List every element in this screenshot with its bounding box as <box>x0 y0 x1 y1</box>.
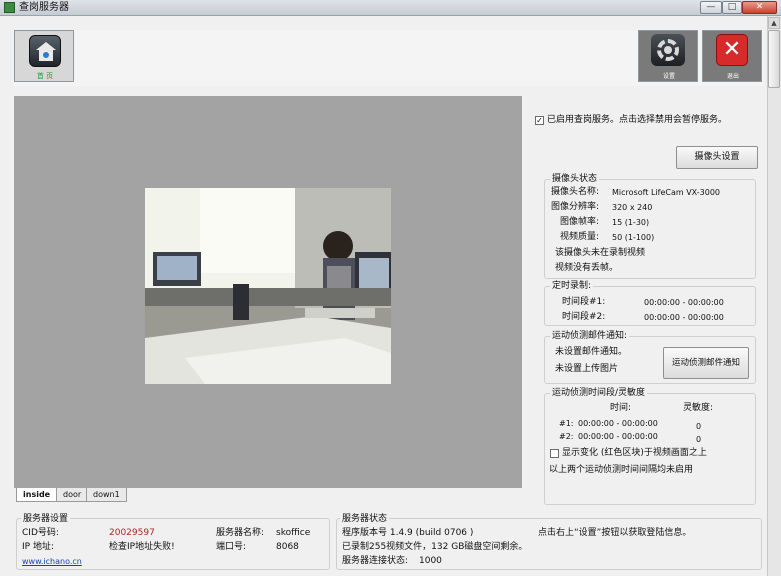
home-button[interactable]: 首 页 <box>14 30 74 82</box>
motion-row1-time: 00:00:00 - 00:00:00 <box>578 419 658 428</box>
quality-label: 视频质量: <box>560 232 600 242</box>
recorded-text: 已录制255视频文件，132 GB磁盘空间剩余。 <box>342 542 528 552</box>
camera-status-title: 摄像头状态 <box>550 174 600 185</box>
gear-icon <box>651 34 685 66</box>
motion-email-button[interactable]: 运动侦测邮件通知 <box>663 347 749 379</box>
fps-value: 15 (1-30) <box>612 218 650 227</box>
home-label: 首 页 <box>36 72 54 80</box>
settings-button[interactable]: 设置 <box>638 30 698 82</box>
server-name-label: 服务器名称: <box>216 528 265 538</box>
exit-label: 退出 <box>726 73 739 80</box>
server-settings-title: 服务器设置 <box>21 514 71 525</box>
enable-service-label: 已启用查岗服务。点击选择禁用会暂停服务。 <box>547 115 728 125</box>
camera-settings-button[interactable]: 摄像头设置 <box>676 146 758 169</box>
fps-label: 图像帧率: <box>560 217 600 227</box>
settings-label: 设置 <box>662 73 675 80</box>
show-changes-label: 显示变化 (红色区块)于视频画面之上 <box>562 448 707 458</box>
toolbar: 首 页 设置 ✕ 退出 <box>14 30 764 86</box>
period1-label: 时间段#1: <box>562 297 606 307</box>
exit-button[interactable]: ✕ 退出 <box>702 30 762 82</box>
enable-service-checkbox[interactable]: ✓ <box>535 116 544 125</box>
tab-door[interactable]: door <box>56 488 89 502</box>
cid-value: 20029597 <box>109 528 155 538</box>
website-link[interactable]: www.ichano.cn <box>22 556 82 567</box>
no-email-text: 未设置邮件通知。 <box>555 347 628 357</box>
vertical-scrollbar[interactable] <box>767 16 781 576</box>
server-name-value: skoffice <box>276 528 311 538</box>
show-changes-checkbox[interactable] <box>550 449 559 458</box>
resolution-label: 图像分辨率: <box>551 202 600 212</box>
resolution-value: 320 x 240 <box>612 203 653 212</box>
period1-value: 00:00:00 - 00:00:00 <box>644 298 724 307</box>
close-window-button[interactable]: ✕ <box>742 1 777 14</box>
scrollbar-thumb[interactable] <box>768 30 780 88</box>
no-upload-text: 未设置上传图片 <box>555 364 619 374</box>
window-title: 查岗服务器 <box>19 2 69 13</box>
tab-down1[interactable]: down1 <box>86 488 127 502</box>
time-header: 时间: <box>610 403 632 413</box>
app-icon <box>4 2 15 13</box>
tab-inside[interactable]: inside <box>16 488 58 502</box>
frame-drop-text: 视频没有丢帧。 <box>555 263 619 273</box>
camera-name-value: Microsoft LifeCam VX-3000 <box>612 188 720 197</box>
connection-status-label: 服务器连接状态: <box>342 556 409 566</box>
quality-value: 50 (1-100) <box>612 233 655 242</box>
port-value: 8068 <box>276 542 299 552</box>
ip-value: 检查IP地址失败! <box>109 542 175 552</box>
server-status-title: 服务器状态 <box>340 514 390 525</box>
cid-label: CID号码: <box>22 528 59 538</box>
close-x-icon: ✕ <box>716 34 748 66</box>
maximize-button[interactable]: □ <box>722 1 742 14</box>
scroll-up-arrow-icon[interactable]: ▲ <box>768 17 780 29</box>
motion-email-title: 运动侦测邮件通知: <box>550 331 630 342</box>
connection-status-value: 1000 <box>419 556 442 566</box>
port-label: 端口号: <box>216 542 247 552</box>
motion-row2-label: #2: <box>559 432 574 441</box>
login-hint-text: 点击右上“设置”按钮以获取登陆信息。 <box>538 528 692 538</box>
camera-name-label: 摄像头名称: <box>551 187 600 197</box>
motion-period-title: 运动侦测时间段/灵敏度 <box>550 388 648 399</box>
minimize-button[interactable]: — <box>700 1 722 14</box>
not-recording-text: 该摄像头未在录制视频 <box>555 248 646 258</box>
period2-label: 时间段#2: <box>562 312 606 322</box>
bottom-status-area: 服务器设置 CID号码: 20029597 IP 地址: 检查IP地址失败! 服… <box>14 510 764 572</box>
motion-row1-sensitivity: 0 <box>696 422 702 431</box>
sensitivity-header: 灵敏度: <box>683 403 714 413</box>
side-panel: ✓ 已启用查岗服务。点击选择禁用会暂停服务。 摄像头设置 摄像头状态 摄像头名称… <box>522 96 764 510</box>
webcam-image <box>145 188 391 384</box>
motion-row2-sensitivity: 0 <box>696 435 702 444</box>
timed-recording-title: 定时录制: <box>550 281 594 292</box>
ip-label: IP 地址: <box>22 542 54 552</box>
camera-video-frame <box>145 188 391 384</box>
title-bar <box>0 0 781 16</box>
period2-value: 00:00:00 - 00:00:00 <box>644 313 724 322</box>
motion-row1-label: #1: <box>559 419 574 428</box>
home-icon <box>29 35 61 67</box>
motion-row2-time: 00:00:00 - 00:00:00 <box>578 432 658 441</box>
motion-disabled-note: 以上两个运动侦测时间间隔均未启用 <box>549 465 694 475</box>
version-text: 程序版本号 1.4.9 (build 0706 ) <box>342 528 474 538</box>
